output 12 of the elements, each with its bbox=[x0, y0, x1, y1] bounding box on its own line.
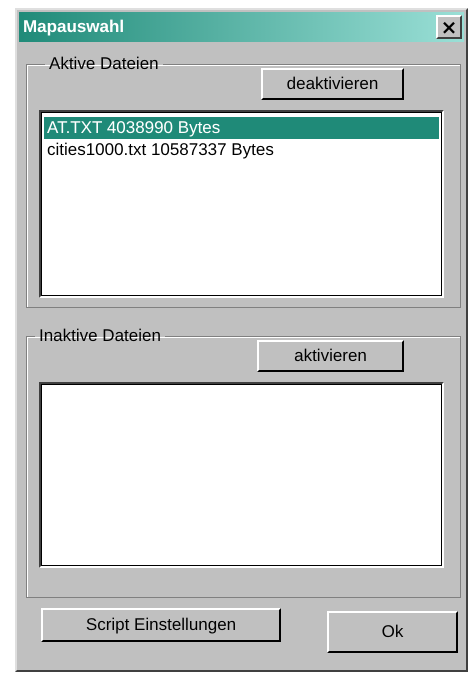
script-settings-button[interactable]: Script Einstellungen bbox=[41, 608, 281, 642]
action-button[interactable]: aktivieren bbox=[257, 340, 404, 372]
group-label: Aktive Dateien bbox=[48, 54, 160, 74]
action-button[interactable]: deaktivieren bbox=[261, 68, 404, 100]
file-list[interactable] bbox=[39, 382, 444, 568]
group-label: Inaktive Dateien bbox=[38, 326, 162, 346]
list-item[interactable]: cities1000.txt 10587337 Bytes bbox=[44, 139, 439, 161]
file-list[interactable]: AT.TXT 4038990 Bytes cities1000.txt 10587337 Bytes bbox=[39, 110, 444, 298]
window-title: Mapauswahl bbox=[23, 17, 124, 37]
list-item[interactable]: AT.TXT 4038990 Bytes bbox=[44, 117, 439, 139]
close-button[interactable]: × bbox=[436, 15, 462, 39]
ok-button[interactable]: Ok bbox=[327, 611, 458, 653]
